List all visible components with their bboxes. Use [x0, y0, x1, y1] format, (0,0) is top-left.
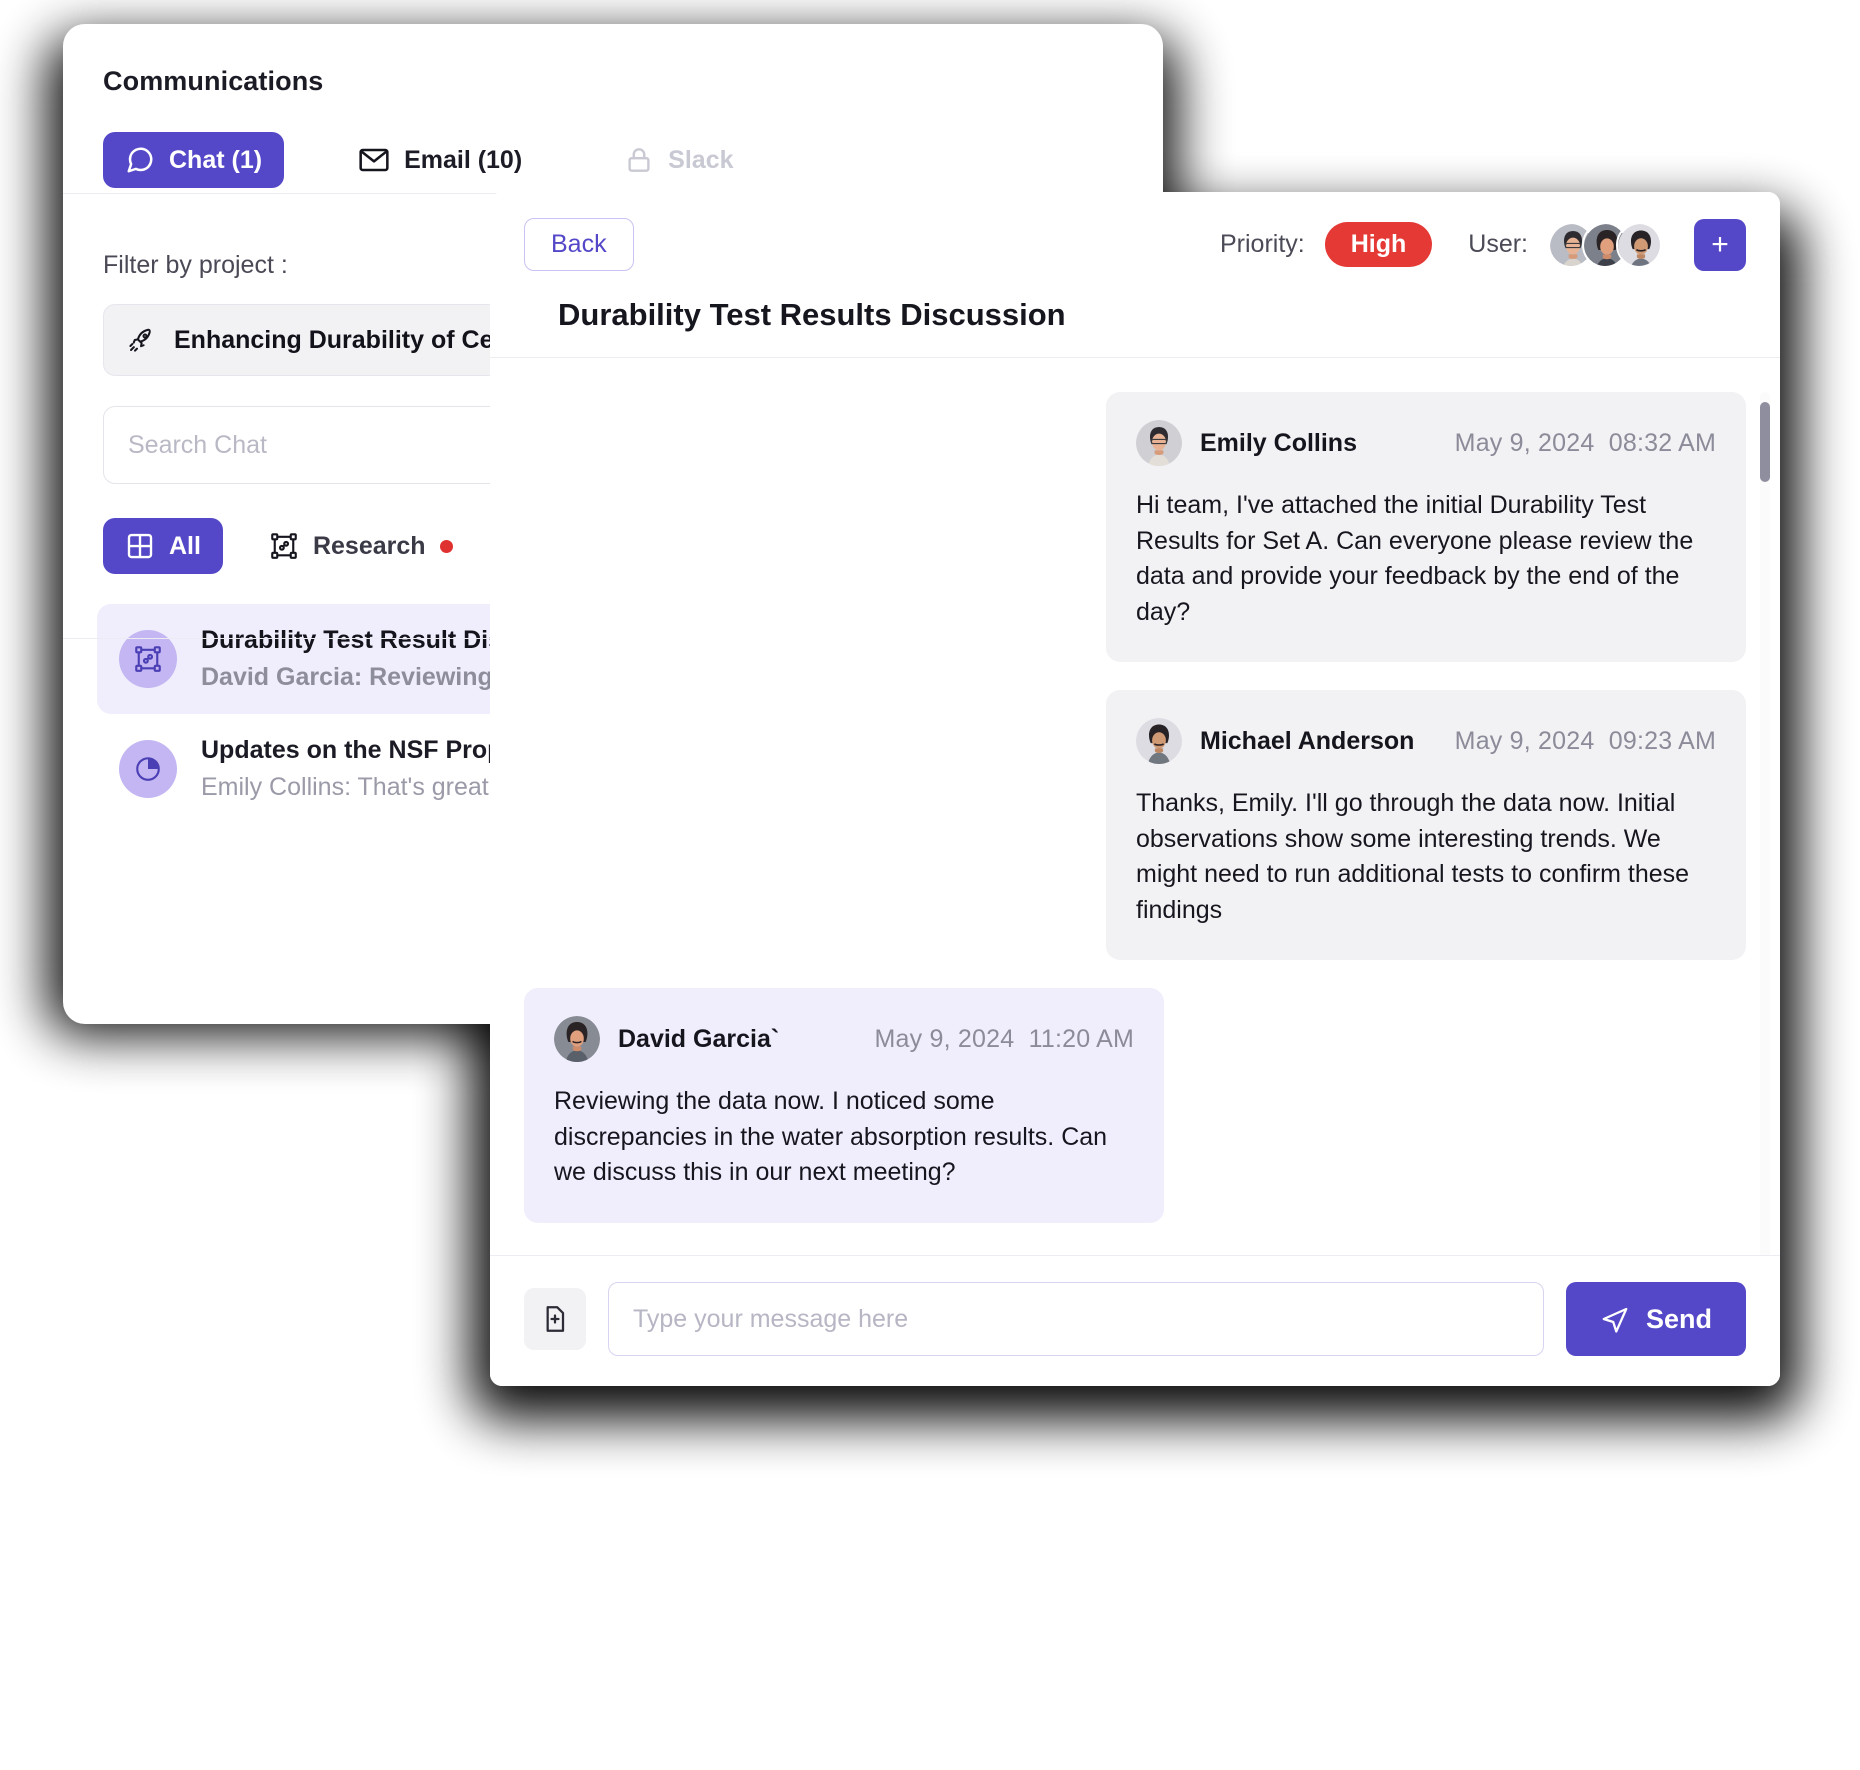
scrollbar-thumb[interactable]	[1760, 402, 1770, 482]
node-frame-icon	[269, 531, 299, 561]
message-date: May 9, 2024	[1454, 428, 1595, 457]
message-bubble: Michael Anderson May 9, 2024 09:23 AM Th…	[1106, 690, 1746, 960]
message-text: Reviewing the data now. I noticed some d…	[554, 1087, 1108, 1186]
envelope-icon	[358, 144, 390, 176]
tab-chat-label: Chat (1)	[169, 145, 263, 174]
chat-detail-modal: Back Priority: High User: + Durability T…	[490, 192, 1780, 1386]
message-time: 08:32 AM	[1608, 428, 1716, 457]
tab-email-label: Email (10)	[404, 145, 523, 174]
chip-research[interactable]: Research	[247, 518, 475, 574]
back-button[interactable]: Back	[524, 218, 634, 271]
message-author: David Garcia`	[618, 1024, 780, 1053]
message-row: David Garcia` May 9, 2024 11:20 AM Revie…	[524, 988, 1746, 1223]
tab-chat[interactable]: Chat (1)	[103, 132, 285, 188]
message-timestamp: May 9, 2024 08:32 AM	[1455, 429, 1716, 458]
message-input-placeholder: Type your message here	[633, 1304, 909, 1333]
paper-plane-icon	[1600, 1304, 1630, 1334]
modal-header-top: Back Priority: High User: +	[524, 218, 1746, 271]
channel-tabs: Chat (1) Email (10) Slack	[63, 97, 1163, 189]
file-plus-icon	[539, 1303, 571, 1335]
modal-title: Durability Test Results Discussion	[558, 297, 1066, 332]
tab-slack-label: Slack	[668, 145, 734, 174]
chip-research-label: Research	[312, 531, 426, 560]
modal-header-right: Priority: High User: +	[1219, 218, 1746, 271]
send-button-label: Send	[1645, 1303, 1712, 1334]
chat-item-snippet: David Garcia: Reviewing the	[201, 663, 538, 691]
rocket-icon	[126, 325, 156, 355]
message-text: Hi team, I've attached the initial Durab…	[1136, 491, 1694, 626]
project-name: Enhancing Durability of Ce	[174, 325, 494, 354]
lock-icon	[624, 145, 654, 175]
message-timestamp: May 9, 2024 11:20 AM	[875, 1025, 1134, 1054]
scrollbar-track[interactable]	[1760, 392, 1770, 1255]
modal-header: Back Priority: High User: + Durability T…	[490, 192, 1780, 357]
node-frame-icon	[133, 644, 163, 674]
send-button[interactable]: Send	[1565, 1282, 1746, 1356]
user-label: User:	[1468, 230, 1528, 258]
add-user-button[interactable]: +	[1694, 218, 1746, 271]
unread-dot	[439, 539, 453, 553]
chip-all[interactable]: All	[103, 518, 223, 574]
tab-slack[interactable]: Slack	[602, 132, 755, 188]
attach-file-button[interactable]	[524, 1288, 586, 1350]
pie-chart-icon	[133, 754, 163, 784]
message-time: 09:23 AM	[1608, 726, 1716, 755]
message-composer: Type your message here Send	[490, 1256, 1780, 1386]
avatar	[1136, 718, 1182, 764]
search-chat-placeholder: Search Chat	[128, 430, 267, 459]
message-row: Michael Anderson May 9, 2024 09:23 AM Th…	[524, 690, 1746, 960]
chat-item-title: Durability Test Result Discu	[201, 626, 532, 654]
message-text: Thanks, Emily. I'll go through the data …	[1136, 789, 1690, 924]
status-badge[interactable]: High	[1324, 222, 1433, 267]
message-date: May 9, 2024	[1454, 726, 1595, 755]
chip-all-label: All	[169, 531, 201, 560]
avatar	[1136, 420, 1182, 466]
message-row: Emily Collins May 9, 2024 08:32 AM Hi te…	[524, 392, 1746, 662]
message-header: Michael Anderson May 9, 2024 09:23 AM	[1136, 718, 1716, 764]
tab-email[interactable]: Email (10)	[336, 131, 544, 189]
message-timestamp: May 9, 2024 09:23 AM	[1455, 727, 1716, 756]
page-title: Communications	[103, 66, 324, 96]
avatar	[554, 1016, 600, 1062]
message-author: Emily Collins	[1200, 428, 1357, 457]
message-input[interactable]: Type your message here	[608, 1282, 1544, 1356]
screenshot-root: Communications Chat (1) Email (10) Slack…	[0, 0, 1860, 1770]
message-date: May 9, 2024	[874, 1024, 1015, 1053]
message-bubble: Emily Collins May 9, 2024 08:32 AM Hi te…	[1106, 392, 1746, 662]
grid-icon	[125, 531, 155, 561]
priority-label: Priority:	[1219, 230, 1305, 258]
message-thread[interactable]: Emily Collins May 9, 2024 08:32 AM Hi te…	[490, 358, 1780, 1255]
chat-bubble-icon	[125, 145, 155, 175]
message-header: Emily Collins May 9, 2024 08:32 AM	[1136, 420, 1716, 466]
message-author: Michael Anderson	[1200, 726, 1415, 755]
message-header: David Garcia` May 9, 2024 11:20 AM	[554, 1016, 1134, 1062]
avatar	[119, 740, 177, 798]
chat-item-texts: Durability Test Result Discu David Garci…	[201, 626, 537, 692]
message-bubble: David Garcia` May 9, 2024 11:20 AM Revie…	[524, 988, 1164, 1223]
message-time: 11:20 AM	[1028, 1024, 1134, 1053]
avatar	[1616, 221, 1662, 268]
user-avatar-group[interactable]	[1548, 221, 1662, 268]
